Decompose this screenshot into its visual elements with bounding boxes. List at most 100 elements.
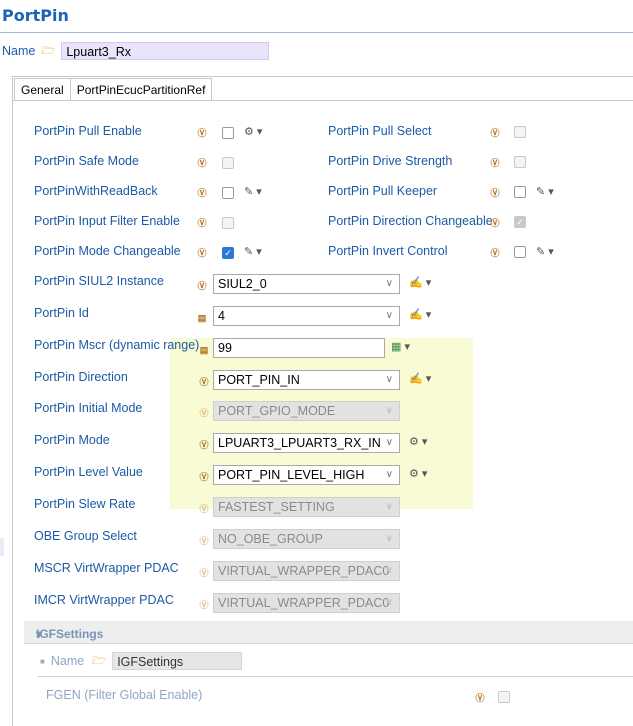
direction-changeable-checkbox[interactable]: ✓ [514, 216, 526, 228]
initial-mode-label: PortPin Initial Mode [34, 401, 143, 415]
fgen-checkbox[interactable] [498, 691, 510, 703]
integer-icon: ▤ [199, 345, 209, 355]
mode-changeable-action-menu[interactable]: ✎ ▾ [244, 245, 262, 258]
pull-select-checkbox[interactable] [514, 126, 526, 138]
pull-select-label: PortPin Pull Select [328, 124, 432, 138]
variant-icon: Ⓥ [475, 693, 485, 703]
variant-icon: Ⓥ [197, 248, 207, 258]
variant-icon: Ⓥ [199, 504, 209, 514]
imcr-virtwrapper-label: IMCR VirtWrapper PDAC [34, 593, 174, 607]
level-value-label: PortPin Level Value [34, 465, 143, 479]
imcr-virtwrapper-select[interactable]: VIRTUAL_WRAPPER_PDAC0 ∨ [213, 593, 400, 613]
folder-icon: 🗁 [92, 654, 106, 667]
variant-icon: Ⓥ [197, 281, 207, 291]
siul2-instance-label: PortPin SIUL2 Instance [34, 274, 164, 288]
chevron-down-icon: ∨ [385, 405, 393, 416]
chevron-down-icon: ∨ [385, 469, 393, 480]
bullet-icon: ■ [40, 656, 45, 666]
variant-icon: Ⓥ [197, 218, 207, 228]
igf-name-row: ■ Name 🗁 IGFSettings [40, 651, 243, 671]
variant-icon: Ⓥ [490, 158, 500, 168]
tab-portpin-ecuc-partition-ref[interactable]: PortPinEcucPartitionRef [70, 78, 213, 100]
tab-general[interactable]: General [14, 78, 71, 100]
left-edge-marker [0, 538, 4, 556]
calculator-icon[interactable]: ▦ ▾ [391, 340, 410, 353]
pull-keeper-label: PortPin Pull Keeper [328, 184, 438, 198]
pull-keeper-action-menu[interactable]: ✎ ▾ [536, 185, 554, 198]
integer-icon: ▤ [197, 313, 207, 323]
variant-icon: Ⓥ [490, 248, 500, 258]
initial-mode-select[interactable]: PORT_GPIO_MODE ∨ [213, 401, 400, 421]
with-readback-action-menu[interactable]: ✎ ▾ [244, 185, 262, 198]
name-label: Name [2, 44, 36, 58]
name-field[interactable]: Lpuart3_Rx [61, 42, 270, 60]
obe-group-select[interactable]: NO_OBE_GROUP ∨ [213, 529, 400, 549]
safe-mode-checkbox[interactable] [222, 157, 234, 169]
mode-label: PortPin Mode [34, 433, 110, 447]
variant-icon: Ⓥ [199, 377, 209, 387]
invert-control-label: PortPin Invert Control [328, 244, 448, 258]
variant-icon: Ⓥ [197, 158, 207, 168]
fgen-label: FGEN (Filter Global Enable) [46, 688, 203, 702]
chevron-down-icon: ∨ [385, 565, 393, 576]
tab-bar: General PortPinEcucPartitionRef [14, 78, 213, 100]
direction-select[interactable]: PORT_PIN_IN ∨ [213, 370, 400, 390]
igf-settings-section-header[interactable]: ▾ IGFSettings [24, 621, 633, 644]
igf-name-label: Name [50, 654, 85, 668]
obe-group-label: OBE Group Select [34, 529, 137, 543]
level-value-action-menu[interactable]: ⚙ ▾ [409, 467, 427, 480]
slew-rate-select[interactable]: FASTEST_SETTING ∨ [213, 497, 400, 517]
variant-icon: Ⓥ [199, 472, 209, 482]
pull-enable-action-menu[interactable]: ⚙ ▾ [244, 125, 262, 138]
direction-changeable-label: PortPin Direction Changeable [328, 214, 493, 228]
variant-icon: Ⓥ [197, 188, 207, 198]
chevron-down-icon: ∨ [385, 501, 393, 512]
pin-id-label: PortPin Id [34, 306, 89, 320]
direction-label: PortPin Direction [34, 370, 128, 384]
invert-control-action-menu[interactable]: ✎ ▾ [536, 245, 554, 258]
chevron-down-icon: ∨ [385, 437, 393, 448]
chevron-down-icon: ∨ [385, 533, 393, 544]
pin-id-action-menu[interactable]: ✍ ▾ [409, 308, 431, 321]
editor-title-bar: PortPin [0, 0, 633, 33]
mscr-virtwrapper-label: MSCR VirtWrapper PDAC [34, 561, 179, 575]
tab-divider [12, 100, 633, 101]
slew-rate-label: PortPin Slew Rate [34, 497, 136, 511]
variant-icon: Ⓥ [490, 218, 500, 228]
variant-icon: Ⓥ [199, 440, 209, 450]
input-filter-checkbox[interactable] [222, 217, 234, 229]
mscr-label: PortPin Mscr (dynamic range) [34, 338, 200, 352]
pin-id-select[interactable]: 4 ∨ [213, 306, 400, 326]
drive-strength-checkbox[interactable] [514, 156, 526, 168]
folder-icon: 🗁 [41, 44, 55, 57]
pull-enable-checkbox[interactable] [222, 127, 234, 139]
pull-keeper-checkbox[interactable] [514, 186, 526, 198]
siul2-instance-action-menu[interactable]: ✍ ▾ [409, 276, 431, 289]
mode-changeable-label: PortPin Mode Changeable [34, 244, 181, 258]
with-readback-label: PortPinWithReadBack [34, 184, 158, 198]
direction-action-menu[interactable]: ✍ ▾ [409, 372, 431, 385]
igf-settings-title: IGFSettings [36, 627, 104, 641]
level-value-select[interactable]: PORT_PIN_LEVEL_HIGH ∨ [213, 465, 400, 485]
mode-action-menu[interactable]: ⚙ ▾ [409, 435, 427, 448]
chevron-down-icon: ∨ [385, 374, 393, 385]
safe-mode-label: PortPin Safe Mode [34, 154, 139, 168]
mode-select[interactable]: LPUART3_LPUART3_RX_IN ∨ [213, 433, 400, 453]
with-readback-checkbox[interactable] [222, 187, 234, 199]
page-title: PortPin [2, 6, 69, 25]
variant-icon: Ⓥ [199, 536, 209, 546]
variant-icon: Ⓥ [199, 600, 209, 610]
pull-enable-label: PortPin Pull Enable [34, 124, 142, 138]
mode-changeable-checkbox[interactable]: ✓ [222, 247, 234, 259]
drive-strength-label: PortPin Drive Strength [328, 154, 453, 168]
mscr-virtwrapper-select[interactable]: VIRTUAL_WRAPPER_PDAC0 ∨ [213, 561, 400, 581]
variant-icon: Ⓥ [490, 188, 500, 198]
invert-control-checkbox[interactable] [514, 246, 526, 258]
variant-icon: Ⓥ [197, 128, 207, 138]
variant-icon: Ⓥ [490, 128, 500, 138]
chevron-down-icon: ∨ [385, 597, 393, 608]
siul2-instance-select[interactable]: SIUL2_0 ∨ [213, 274, 400, 294]
igf-name-field[interactable]: IGFSettings [112, 652, 243, 670]
variant-icon: Ⓥ [199, 568, 209, 578]
mscr-input[interactable]: 99 [213, 338, 385, 358]
